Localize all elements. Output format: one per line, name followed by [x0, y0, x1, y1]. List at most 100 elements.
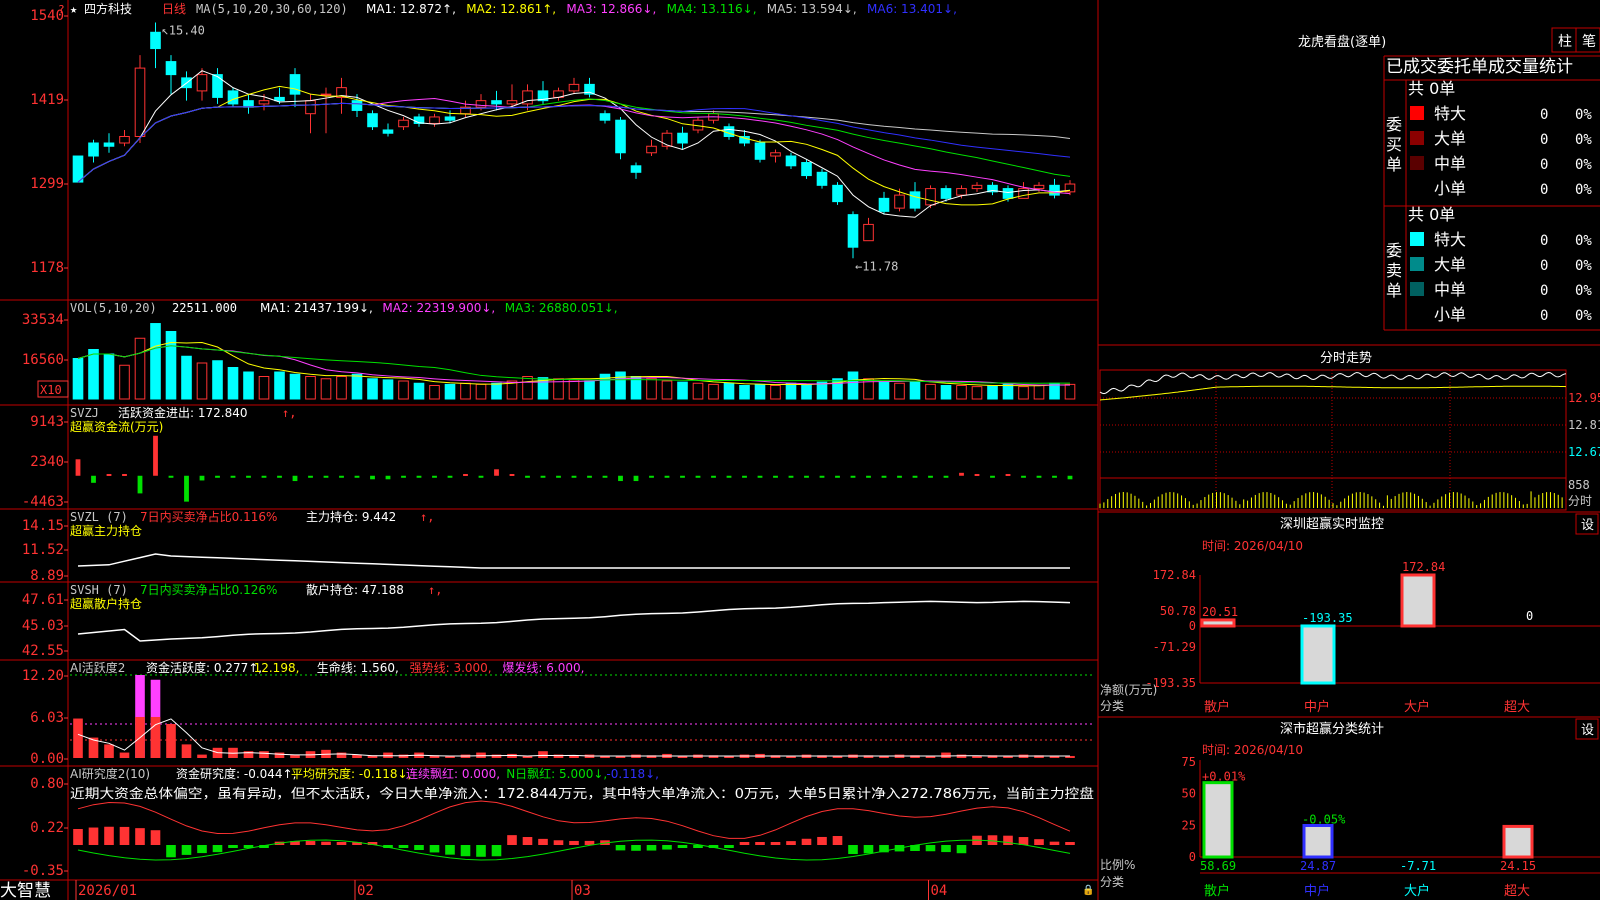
ai2-red-line — [77, 800, 1071, 839]
ai2-label: AI研究度2(10) — [70, 766, 150, 781]
candle-body — [832, 184, 843, 203]
monitor-bars: 20.51 散户 -193.35 中户 172.84 大户 0 超大 — [1200, 560, 1533, 715]
x-axis-labels: 2026/01 02 03 04 — [75, 880, 947, 900]
volume-bar — [103, 353, 115, 400]
order-type: 中单 — [1434, 154, 1466, 173]
order-type: 特大 — [1434, 104, 1466, 123]
candle-body — [909, 191, 921, 209]
research-bar — [88, 827, 99, 845]
legend-item: MA6: 13.401↓, — [867, 2, 957, 16]
activity-bar — [166, 723, 176, 758]
vol-y-axis: 33534 16560 — [22, 312, 68, 368]
volume-bar — [661, 380, 673, 400]
flow-bar — [943, 475, 949, 478]
flow-bar — [881, 475, 887, 478]
candle-body — [878, 197, 890, 212]
period-label[interactable]: 日线 — [162, 2, 186, 16]
research-bar — [1049, 841, 1060, 845]
logo[interactable]: 大智慧 — [0, 881, 51, 900]
flow-bar — [788, 475, 794, 478]
legend-item: MA1: 12.872↑, — [366, 2, 456, 16]
activity-bar — [274, 752, 285, 758]
svzj-label: SVZJ — [70, 406, 99, 420]
flow-bar — [587, 475, 592, 478]
flow-bar — [184, 475, 189, 502]
activity-bar — [538, 751, 548, 758]
flow-bar — [1036, 475, 1042, 478]
ai1-legend: 资金活跃度: 0.277↑,12.198, 生命线: 1.560, 强势线: 3.0… — [146, 660, 584, 675]
flow-bar — [912, 475, 918, 478]
group-side-char: 卖 — [1386, 261, 1402, 280]
flow-bar — [106, 473, 112, 476]
y-tick-label: 1299 — [30, 176, 64, 192]
candle-body — [754, 142, 766, 160]
flow-bar — [618, 475, 623, 482]
flow-bar — [370, 475, 375, 480]
candle-body — [677, 132, 688, 144]
classify-title: 深市超赢分类统计 — [1280, 721, 1384, 737]
svzj-arrow: ↑, — [282, 406, 296, 420]
order-type: 小单 — [1434, 305, 1466, 324]
y-tick-label: 0.00 — [30, 751, 64, 767]
candle-body — [134, 67, 146, 137]
volume-bar — [878, 380, 890, 400]
order-count: 0 — [1540, 308, 1548, 324]
stock-name: 四方科技 — [84, 1, 132, 16]
classify-category: 超大 — [1504, 884, 1530, 899]
candle-body — [119, 135, 130, 144]
frame — [0, 0, 1600, 900]
legend-item: 强势线: 3.000, — [410, 661, 492, 675]
volume-bar — [1018, 386, 1029, 400]
monitor-bar — [1200, 618, 1236, 628]
svsh-line2: 超赢散户持仓 — [70, 596, 142, 611]
volume-bar — [584, 380, 595, 400]
vol-ma-line — [77, 345, 1070, 384]
flow-bar — [928, 475, 933, 478]
legend-item: 平均研究度: -0.118↓, — [291, 766, 411, 781]
research-bar — [445, 845, 455, 855]
research-bar — [832, 836, 843, 845]
flow-bar — [416, 475, 422, 478]
flow-bar — [974, 473, 980, 476]
flow-bar — [835, 475, 840, 478]
lock-icon[interactable]: 🔒 — [1082, 884, 1094, 896]
monitor-ytick: 0 — [1189, 619, 1196, 633]
flow-bar — [277, 475, 282, 478]
flow-bar — [432, 475, 437, 478]
research-bar — [321, 841, 331, 845]
flow-bar — [1067, 475, 1073, 480]
volume-bar — [320, 378, 332, 400]
legend-item: MA1: 21437.199↓, — [260, 301, 373, 315]
svzj-panel: SVZJ 活跃资金进出: 172.840 ↑, 超赢资金流(万元) 9143 23… — [22, 405, 1073, 510]
order-pct: 0% — [1575, 233, 1592, 249]
intraday-vol-unit: 分时 — [1568, 494, 1592, 508]
activity-bar — [73, 718, 83, 758]
research-bar — [646, 845, 657, 851]
monitor-y-axis: 172.8450.780-71.29-193.35 — [1145, 568, 1600, 690]
svzl-y-axis: 14.15 11.52 8.89 — [22, 518, 68, 584]
y-tick-label: 16560 — [22, 352, 64, 368]
order-pct: 0% — [1575, 132, 1592, 148]
svzl-value: 主力持仓: 9.442 — [306, 509, 396, 524]
flow-bar — [695, 475, 701, 478]
favorite-star-icon[interactable]: ★ — [70, 2, 77, 16]
flow-bar — [339, 475, 344, 478]
ma-line — [77, 98, 1071, 195]
research-bar — [662, 845, 672, 850]
classify-value-label: -7.71 — [1400, 859, 1436, 873]
svsh-arrow: ↑, — [428, 583, 442, 597]
candle-body — [429, 116, 440, 124]
vol-unit-label: X10 — [40, 383, 62, 397]
classify-change-label: -0.05% — [1302, 812, 1346, 826]
volume-bar — [909, 381, 921, 400]
flow-bar — [292, 475, 298, 482]
order-color-swatch — [1410, 232, 1424, 246]
order-pct: 0% — [1575, 157, 1592, 173]
volume-bar — [1064, 383, 1076, 400]
monitor-value-label: -193.35 — [1302, 611, 1353, 625]
research-bar — [755, 842, 765, 845]
volume-bar — [522, 376, 533, 400]
research-bar — [460, 845, 471, 857]
research-bar — [631, 845, 641, 851]
flow-bar — [308, 475, 313, 478]
